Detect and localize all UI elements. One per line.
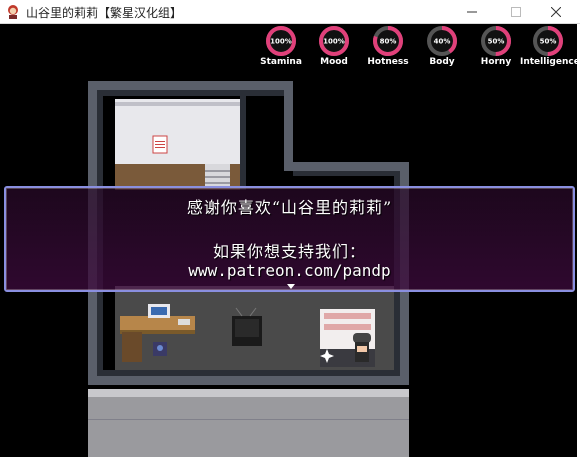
stat-gauge-intelligence: 50% Intelligence — [520, 25, 580, 71]
message-line-3: www.patreon.com/pandp — [188, 261, 391, 280]
minimize-button[interactable] — [452, 0, 492, 24]
svg-text:40%: 40% — [434, 38, 451, 46]
continue-arrow-icon[interactable] — [287, 284, 295, 289]
svg-text:100%: 100% — [323, 38, 345, 46]
gauge-ring-icon: 100% — [266, 26, 296, 56]
stat-label: Stamina — [260, 57, 302, 67]
game-screen[interactable]: 100% Stamina 100% Mood 80% Hotness 40% B… — [0, 24, 580, 457]
window-titlebar[interactable]: 山谷里的莉莉【繁星汉化组】 — [0, 0, 580, 24]
maximize-button[interactable] — [496, 0, 536, 24]
svg-text:80%: 80% — [380, 38, 397, 46]
stat-gauge-mood: 100% Mood — [306, 25, 362, 71]
stat-gauge-hotness: 80% Hotness — [360, 25, 416, 71]
svg-text:50%: 50% — [540, 38, 557, 46]
stat-gauge-stamina: 100% Stamina — [253, 25, 309, 71]
gauge-ring-icon: 80% — [373, 26, 403, 56]
stat-label: Hotness — [367, 57, 409, 67]
gauge-ring-icon: 100% — [319, 26, 349, 56]
stat-label: Mood — [320, 57, 348, 67]
message-line-2: 如果你想支持我们： — [212, 242, 366, 261]
maximize-icon — [511, 7, 521, 17]
window-title: 山谷里的莉莉【繁星汉化组】 — [26, 6, 183, 20]
stat-gauge-horny: 50% Horny — [468, 25, 524, 71]
message-window[interactable]: 感谢你喜欢“山谷里的莉莉” 如果你想支持我们： www.patreon.com/… — [4, 186, 575, 292]
gauge-ring-icon: 50% — [533, 26, 563, 56]
gauge-ring-icon: 50% — [481, 26, 511, 56]
stat-label: Horny — [480, 57, 512, 67]
stat-label: Intelligence — [520, 57, 580, 67]
message-line-1: 感谢你喜欢“山谷里的莉莉” — [186, 198, 393, 217]
stat-label: Body — [429, 57, 455, 67]
svg-text:50%: 50% — [488, 38, 505, 46]
app-character-icon — [5, 4, 21, 20]
minimize-icon — [467, 11, 477, 13]
close-button[interactable] — [536, 0, 576, 24]
gauge-ring-icon: 40% — [427, 26, 457, 56]
stat-gauge-body: 40% Body — [414, 25, 470, 71]
svg-text:100%: 100% — [270, 38, 292, 46]
close-icon — [551, 7, 561, 17]
